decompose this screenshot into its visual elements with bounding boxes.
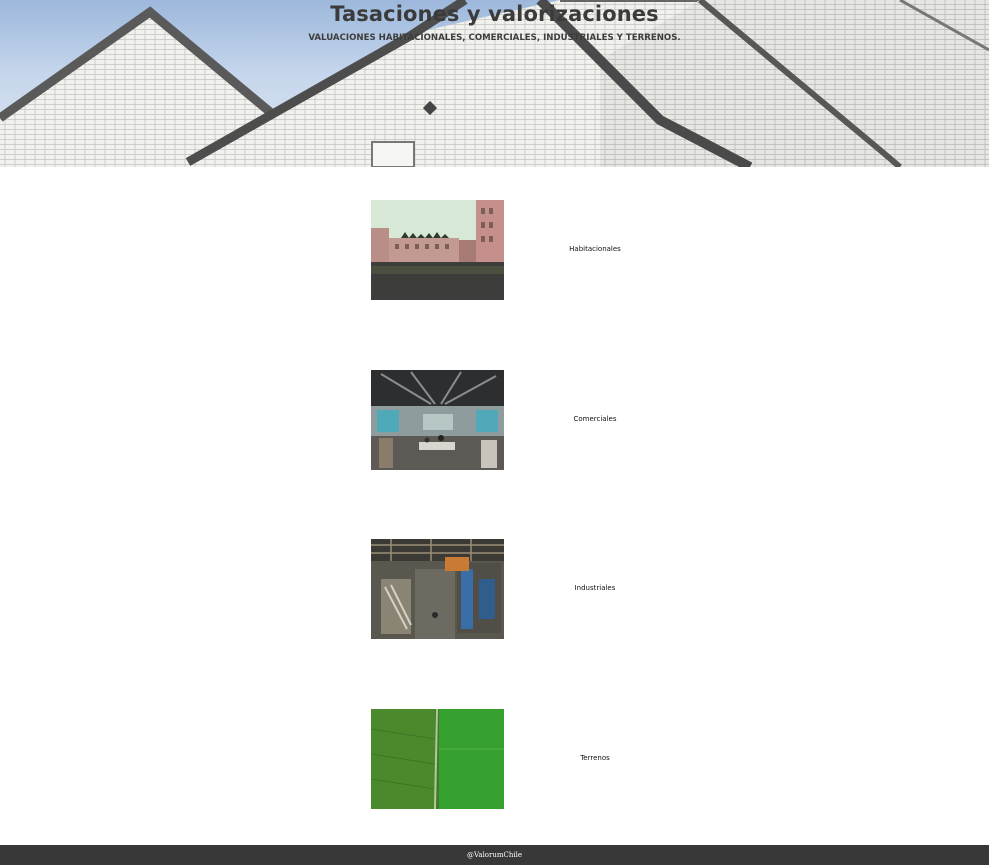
category-terrenos[interactable]: Terrenos [371,709,821,809]
warehouse-photo[interactable] [371,539,504,639]
hero-banner: Tasaciones y valorizaciones VALUACIONES … [0,0,989,167]
category-comerciales[interactable]: Comerciales [371,370,821,470]
footer: @ValorumChile [0,845,989,865]
page-title: Tasaciones y valorizaciones [330,2,659,26]
field-photo[interactable] [371,709,504,809]
category-label[interactable]: Habitacionales [521,245,669,253]
page-subtitle: VALUACIONES HABITACIONALES, COMERCIALES,… [308,33,681,43]
category-habitacionales[interactable]: Habitacionales [371,200,821,300]
category-industriales[interactable]: Industriales [371,539,821,639]
residential-photo[interactable] [371,200,504,300]
footer-handle[interactable]: @ValorumChile [0,851,989,859]
category-label[interactable]: Industriales [521,584,669,592]
category-label[interactable]: Terrenos [521,754,669,762]
category-label[interactable]: Comerciales [521,415,669,423]
office-photo[interactable] [371,370,504,470]
